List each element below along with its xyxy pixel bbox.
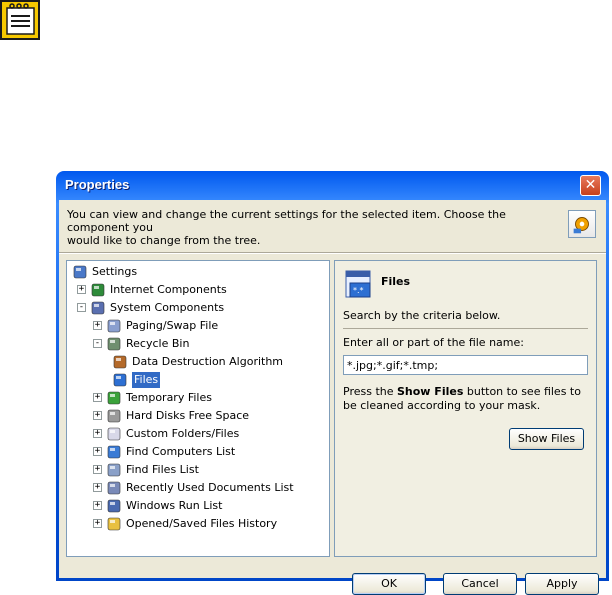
find-files-icon: [107, 463, 121, 477]
recent-docs-icon: [107, 481, 121, 495]
tree-item[interactable]: + Hard Disks Free Space: [67, 407, 329, 425]
tree-item[interactable]: + Windows Run List: [67, 497, 329, 515]
tree-item[interactable]: Data Destruction Algorithm: [67, 353, 329, 371]
system-icon: [91, 301, 105, 315]
collapse-icon[interactable]: -: [93, 339, 102, 348]
globe-icon: [91, 283, 105, 297]
tree-item[interactable]: + Opened/Saved Files History: [67, 515, 329, 533]
files-settings-panel: *.* Files Search by the criteria below. …: [334, 260, 597, 557]
tree-item-label: Find Computers List: [126, 445, 236, 458]
run-icon: [107, 499, 121, 513]
tree-item[interactable]: + Find Files List: [67, 461, 329, 479]
description-text: You can view and change the current sett…: [67, 208, 547, 247]
description-line: would like to change from the tree.: [67, 234, 261, 247]
tree-item[interactable]: + Paging/Swap File: [67, 317, 329, 335]
panel-divider: [343, 328, 588, 329]
tree-item-label: Paging/Swap File: [126, 319, 219, 332]
expand-icon[interactable]: +: [93, 411, 102, 420]
panel-title: Files: [381, 275, 411, 288]
algorithm-icon: [113, 355, 127, 369]
component-tree[interactable]: Settings + Internet Components - System Comp…: [66, 260, 330, 557]
dialog-body: You can view and change the current sett…: [59, 200, 606, 595]
expand-icon[interactable]: +: [93, 501, 102, 510]
expand-icon[interactable]: +: [93, 465, 102, 474]
collapse-icon[interactable]: -: [77, 303, 86, 312]
hint-text: Press the: [343, 385, 397, 398]
tree-item[interactable]: + Recently Used Documents List: [67, 479, 329, 497]
file-mask-input[interactable]: [343, 355, 588, 375]
title-bar[interactable]: Properties ✕: [59, 171, 606, 200]
tree-item-label: Files: [132, 372, 161, 388]
files-icon: *.*: [345, 270, 371, 298]
tree-item[interactable]: + Temporary Files: [67, 389, 329, 407]
ok-button[interactable]: OK: [352, 573, 426, 595]
tree-item-label: Custom Folders/Files: [126, 427, 240, 440]
svg-text:*.*: *.*: [353, 286, 364, 295]
description-line: You can view and change the current sett…: [67, 208, 506, 234]
mask-label: Enter all or part of the file name:: [343, 336, 524, 349]
hint-bold-text: Show Files: [397, 385, 464, 398]
find-computer-icon: [107, 445, 121, 459]
tree-item[interactable]: + Find Computers List: [67, 443, 329, 461]
properties-dialog: Properties ✕ You can view and change the…: [56, 171, 609, 595]
tree-item[interactable]: - System Components: [67, 299, 329, 317]
history-folder-icon: [107, 517, 121, 531]
tree-item[interactable]: Files: [67, 371, 329, 389]
tree-item[interactable]: - Recycle Bin: [67, 335, 329, 353]
expand-icon[interactable]: +: [93, 483, 102, 492]
tree-item-label: System Components: [110, 301, 225, 314]
temp-files-icon: [107, 391, 121, 405]
close-icon: ✕: [584, 177, 597, 193]
close-button[interactable]: ✕: [580, 175, 601, 196]
recycle-bin-icon: [107, 337, 121, 351]
files-icon: [113, 373, 127, 387]
tree-item[interactable]: + Custom Folders/Files: [67, 425, 329, 443]
tree-item-label: Recently Used Documents List: [126, 481, 294, 494]
disk-icon: [107, 409, 121, 423]
tree-item[interactable]: Settings: [67, 263, 329, 281]
expand-icon[interactable]: +: [93, 447, 102, 456]
folder-icon: [107, 427, 121, 441]
tree-item-label: Internet Components: [110, 283, 227, 296]
tree-item-label: Data Destruction Algorithm: [132, 355, 284, 368]
settings-icon[interactable]: [568, 210, 596, 238]
show-files-button[interactable]: Show Files: [509, 428, 584, 450]
expand-icon[interactable]: +: [93, 429, 102, 438]
tree-item-label: Temporary Files: [126, 391, 212, 404]
tree-item-label: Recycle Bin: [126, 337, 190, 350]
tree-item-label: Find Files List: [126, 463, 199, 476]
show-files-hint: Press the Show Files button to see files…: [343, 385, 591, 413]
tree-item-label: Windows Run List: [126, 499, 223, 512]
panel-subtitle: Search by the criteria below.: [343, 309, 501, 322]
header-separator: [59, 252, 606, 254]
dialog-title: Properties: [65, 177, 130, 192]
tree-item[interactable]: + Internet Components: [67, 281, 329, 299]
expand-icon[interactable]: +: [77, 285, 86, 294]
page-icon: [107, 319, 121, 333]
expand-icon[interactable]: +: [93, 321, 102, 330]
apply-button[interactable]: Apply: [525, 573, 599, 595]
tree-item-label: Settings: [92, 265, 138, 278]
tree-item-label: Hard Disks Free Space: [126, 409, 250, 422]
notepad-icon: [0, 0, 40, 40]
expand-icon[interactable]: +: [93, 393, 102, 402]
computer-icon: [73, 265, 87, 279]
tree-item-label: Opened/Saved Files History: [126, 517, 278, 530]
expand-icon[interactable]: +: [93, 519, 102, 528]
cancel-button[interactable]: Cancel: [443, 573, 517, 595]
